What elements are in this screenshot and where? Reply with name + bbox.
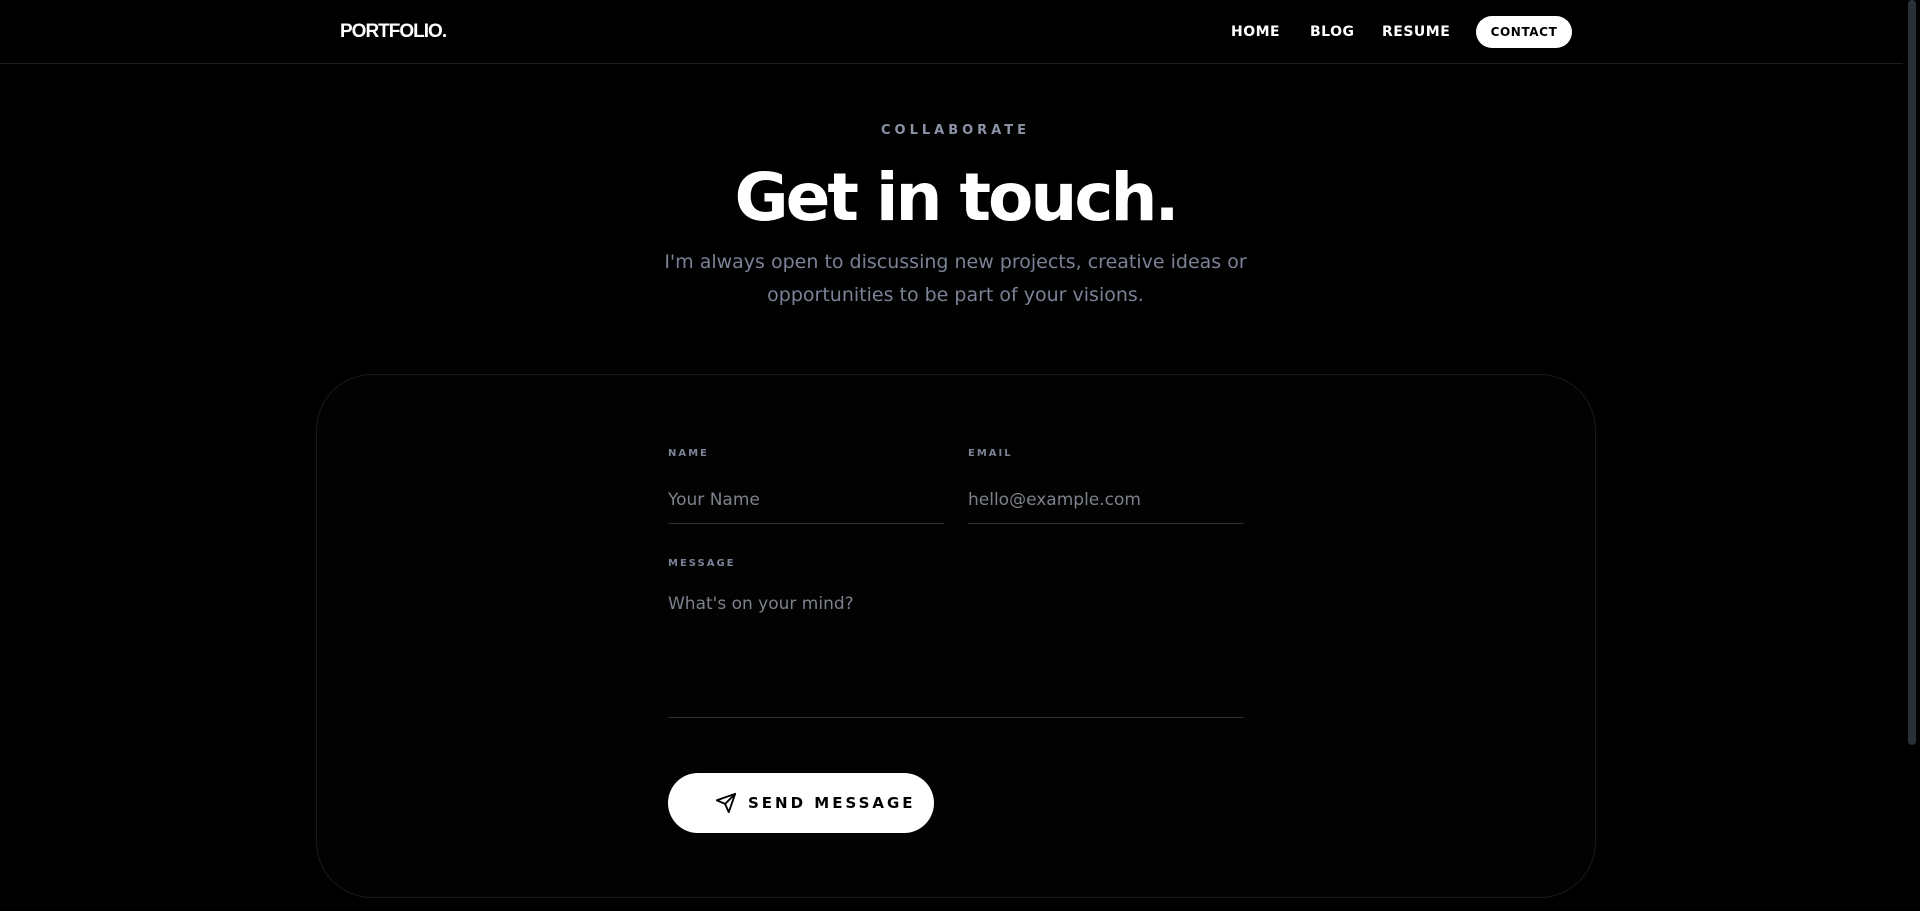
email-label: EMAIL bbox=[968, 448, 1013, 459]
site-header: PORTFOLIO. HOME BLOG RESUME CONTACT bbox=[0, 0, 1903, 64]
nav-blog-link[interactable]: BLOG bbox=[1310, 22, 1355, 42]
name-input[interactable] bbox=[668, 476, 944, 524]
message-textarea[interactable] bbox=[668, 592, 1244, 718]
site-logo[interactable]: PORTFOLIO. bbox=[340, 20, 447, 44]
page-title: Get in touch. bbox=[734, 159, 1179, 236]
paper-plane-icon bbox=[715, 792, 737, 814]
name-label: NAME bbox=[668, 448, 709, 459]
nav-home-link[interactable]: HOME bbox=[1231, 22, 1280, 42]
send-message-button[interactable]: SEND MESSAGE bbox=[668, 773, 934, 833]
page-subtitle: I'm always open to discussing new projec… bbox=[664, 251, 1247, 306]
nav-contact-button[interactable]: CONTACT bbox=[1476, 16, 1572, 48]
email-input[interactable] bbox=[968, 476, 1244, 524]
send-message-label: SEND MESSAGE bbox=[748, 794, 916, 812]
nav-resume-link[interactable]: RESUME bbox=[1382, 22, 1450, 42]
section-eyebrow: COLLABORATE bbox=[881, 123, 1030, 138]
page: PORTFOLIO. HOME BLOG RESUME CONTACT COLL… bbox=[0, 0, 1920, 911]
message-label: MESSAGE bbox=[668, 558, 736, 569]
scrollbar-thumb[interactable] bbox=[1908, 0, 1916, 745]
